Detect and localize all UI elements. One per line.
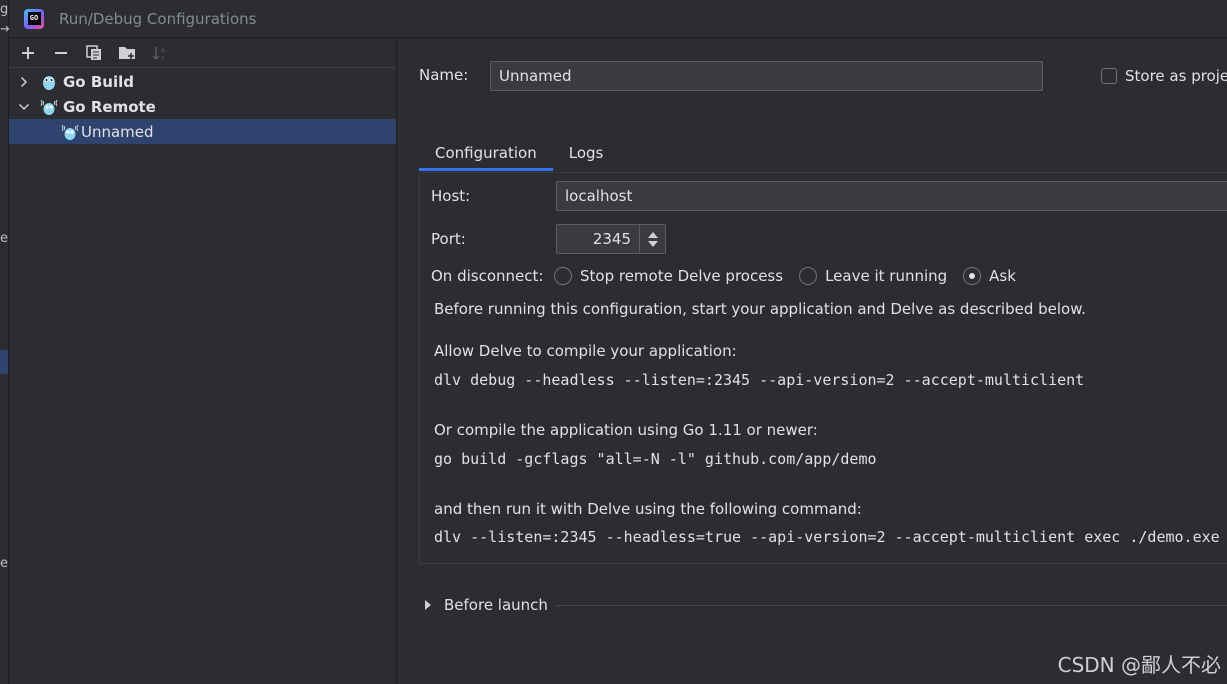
store-as-project-file-checkbox[interactable] [1101, 68, 1117, 84]
configuration-panel: Host: localhost Port: 2345 On disconnect… [419, 172, 1227, 564]
expand-arrow-icon[interactable] [425, 600, 431, 610]
tab-logs[interactable]: Logs [553, 134, 620, 171]
run-with-delve-text: and then run it with Delve using the fol… [434, 500, 862, 518]
dialog-titlebar[interactable]: GO Run/Debug Configurations [9, 0, 1227, 38]
tree-item-go-remote[interactable]: Go Remote [9, 94, 396, 119]
before-launch-section[interactable]: Before launch [425, 596, 1227, 614]
edge-glyph: e [0, 231, 8, 246]
increment-icon[interactable] [647, 231, 658, 238]
new-folder-button[interactable] [116, 42, 138, 64]
radio-button[interactable] [799, 267, 818, 285]
radio-button-selected[interactable] [963, 267, 982, 285]
compile-text: Or compile the application using Go 1.11… [434, 421, 818, 439]
svg-text:z: z [161, 55, 164, 61]
background-window-edge: g ⇥ e e [0, 0, 9, 684]
configurations-sidebar: az Go Build Go Remote Unnamed [9, 38, 397, 684]
edge-glyph: ⇥ [0, 22, 9, 37]
copy-configuration-button[interactable] [83, 42, 105, 64]
radio-label: Leave it running [825, 267, 948, 285]
port-spinner[interactable]: 2345 [556, 224, 666, 254]
radio-label: Stop remote Delve process [580, 267, 784, 285]
svg-text:a: a [161, 47, 165, 54]
separator [554, 604, 1227, 606]
dialog-title: Run/Debug Configurations [59, 9, 257, 28]
tree-item-go-build[interactable]: Go Build [9, 69, 396, 94]
chevron-right-icon[interactable] [17, 76, 31, 88]
edge-glyph: e [0, 556, 8, 571]
allow-delve-text: Allow Delve to compile your application: [434, 342, 737, 360]
configurations-tree: Go Build Go Remote Unnamed [9, 68, 396, 144]
copy-icon [86, 44, 101, 60]
compile-command: go build -gcflags "all=-N -l" github.com… [434, 450, 877, 468]
go-remote-config-icon [61, 123, 79, 141]
on-disconnect-radio-group: Stop remote Delve process Leave it runni… [554, 267, 1032, 285]
sort-configurations-button[interactable]: az [149, 42, 171, 64]
minus-icon [55, 51, 67, 54]
edge-glyph: g [0, 2, 9, 17]
run-with-delve-command: dlv --listen=:2345 --headless=true --api… [434, 528, 1220, 546]
name-field[interactable]: Unnamed [490, 61, 1043, 91]
goland-logo-icon: GO [24, 8, 44, 29]
intro-text: Before running this configuration, start… [434, 300, 1086, 318]
remove-configuration-button[interactable] [50, 42, 72, 64]
go-remote-icon [40, 98, 58, 116]
go-build-icon [40, 73, 58, 91]
plus-icon [22, 46, 34, 59]
radio-leave-running[interactable]: Leave it running [799, 267, 947, 285]
store-as-project-file-label: Store as proje [1125, 67, 1227, 85]
sidebar-toolbar: az [9, 38, 396, 68]
allow-delve-command: dlv debug --headless --listen=:2345 --ap… [434, 371, 1085, 389]
name-label: Name: [419, 66, 469, 84]
tree-item-label: Go Remote [63, 97, 156, 116]
radio-label: Ask [989, 267, 1016, 285]
new-folder-icon [119, 46, 135, 59]
tree-item-label: Go Build [63, 72, 134, 91]
before-launch-label: Before launch [444, 596, 548, 614]
radio-ask[interactable]: Ask [963, 267, 1016, 285]
tree-item-label: Unnamed [81, 122, 154, 141]
port-label: Port: [431, 230, 466, 248]
add-configuration-button[interactable] [17, 42, 39, 64]
host-field[interactable]: localhost [556, 181, 1227, 211]
decrement-icon[interactable] [647, 240, 658, 247]
on-disconnect-label: On disconnect: [431, 267, 544, 285]
tab-configuration[interactable]: Configuration [419, 134, 553, 171]
configuration-editor: Name: Unnamed Store as proje Configurati… [398, 38, 1227, 684]
port-stepper-buttons[interactable] [639, 225, 665, 253]
host-label: Host: [431, 187, 471, 205]
sort-alpha-icon: az [152, 46, 165, 61]
tree-item-unnamed[interactable]: Unnamed [9, 119, 396, 144]
radio-button[interactable] [554, 267, 572, 285]
configuration-tabs: Configuration Logs [419, 134, 619, 171]
chevron-down-icon[interactable] [17, 103, 31, 111]
logo-text: GO [27, 12, 41, 25]
radio-stop-remote-delve[interactable]: Stop remote Delve process [554, 267, 783, 285]
edge-selection [0, 350, 8, 374]
watermark: CSDN @鄙人不必 [1057, 653, 1221, 677]
port-value[interactable]: 2345 [557, 230, 639, 248]
